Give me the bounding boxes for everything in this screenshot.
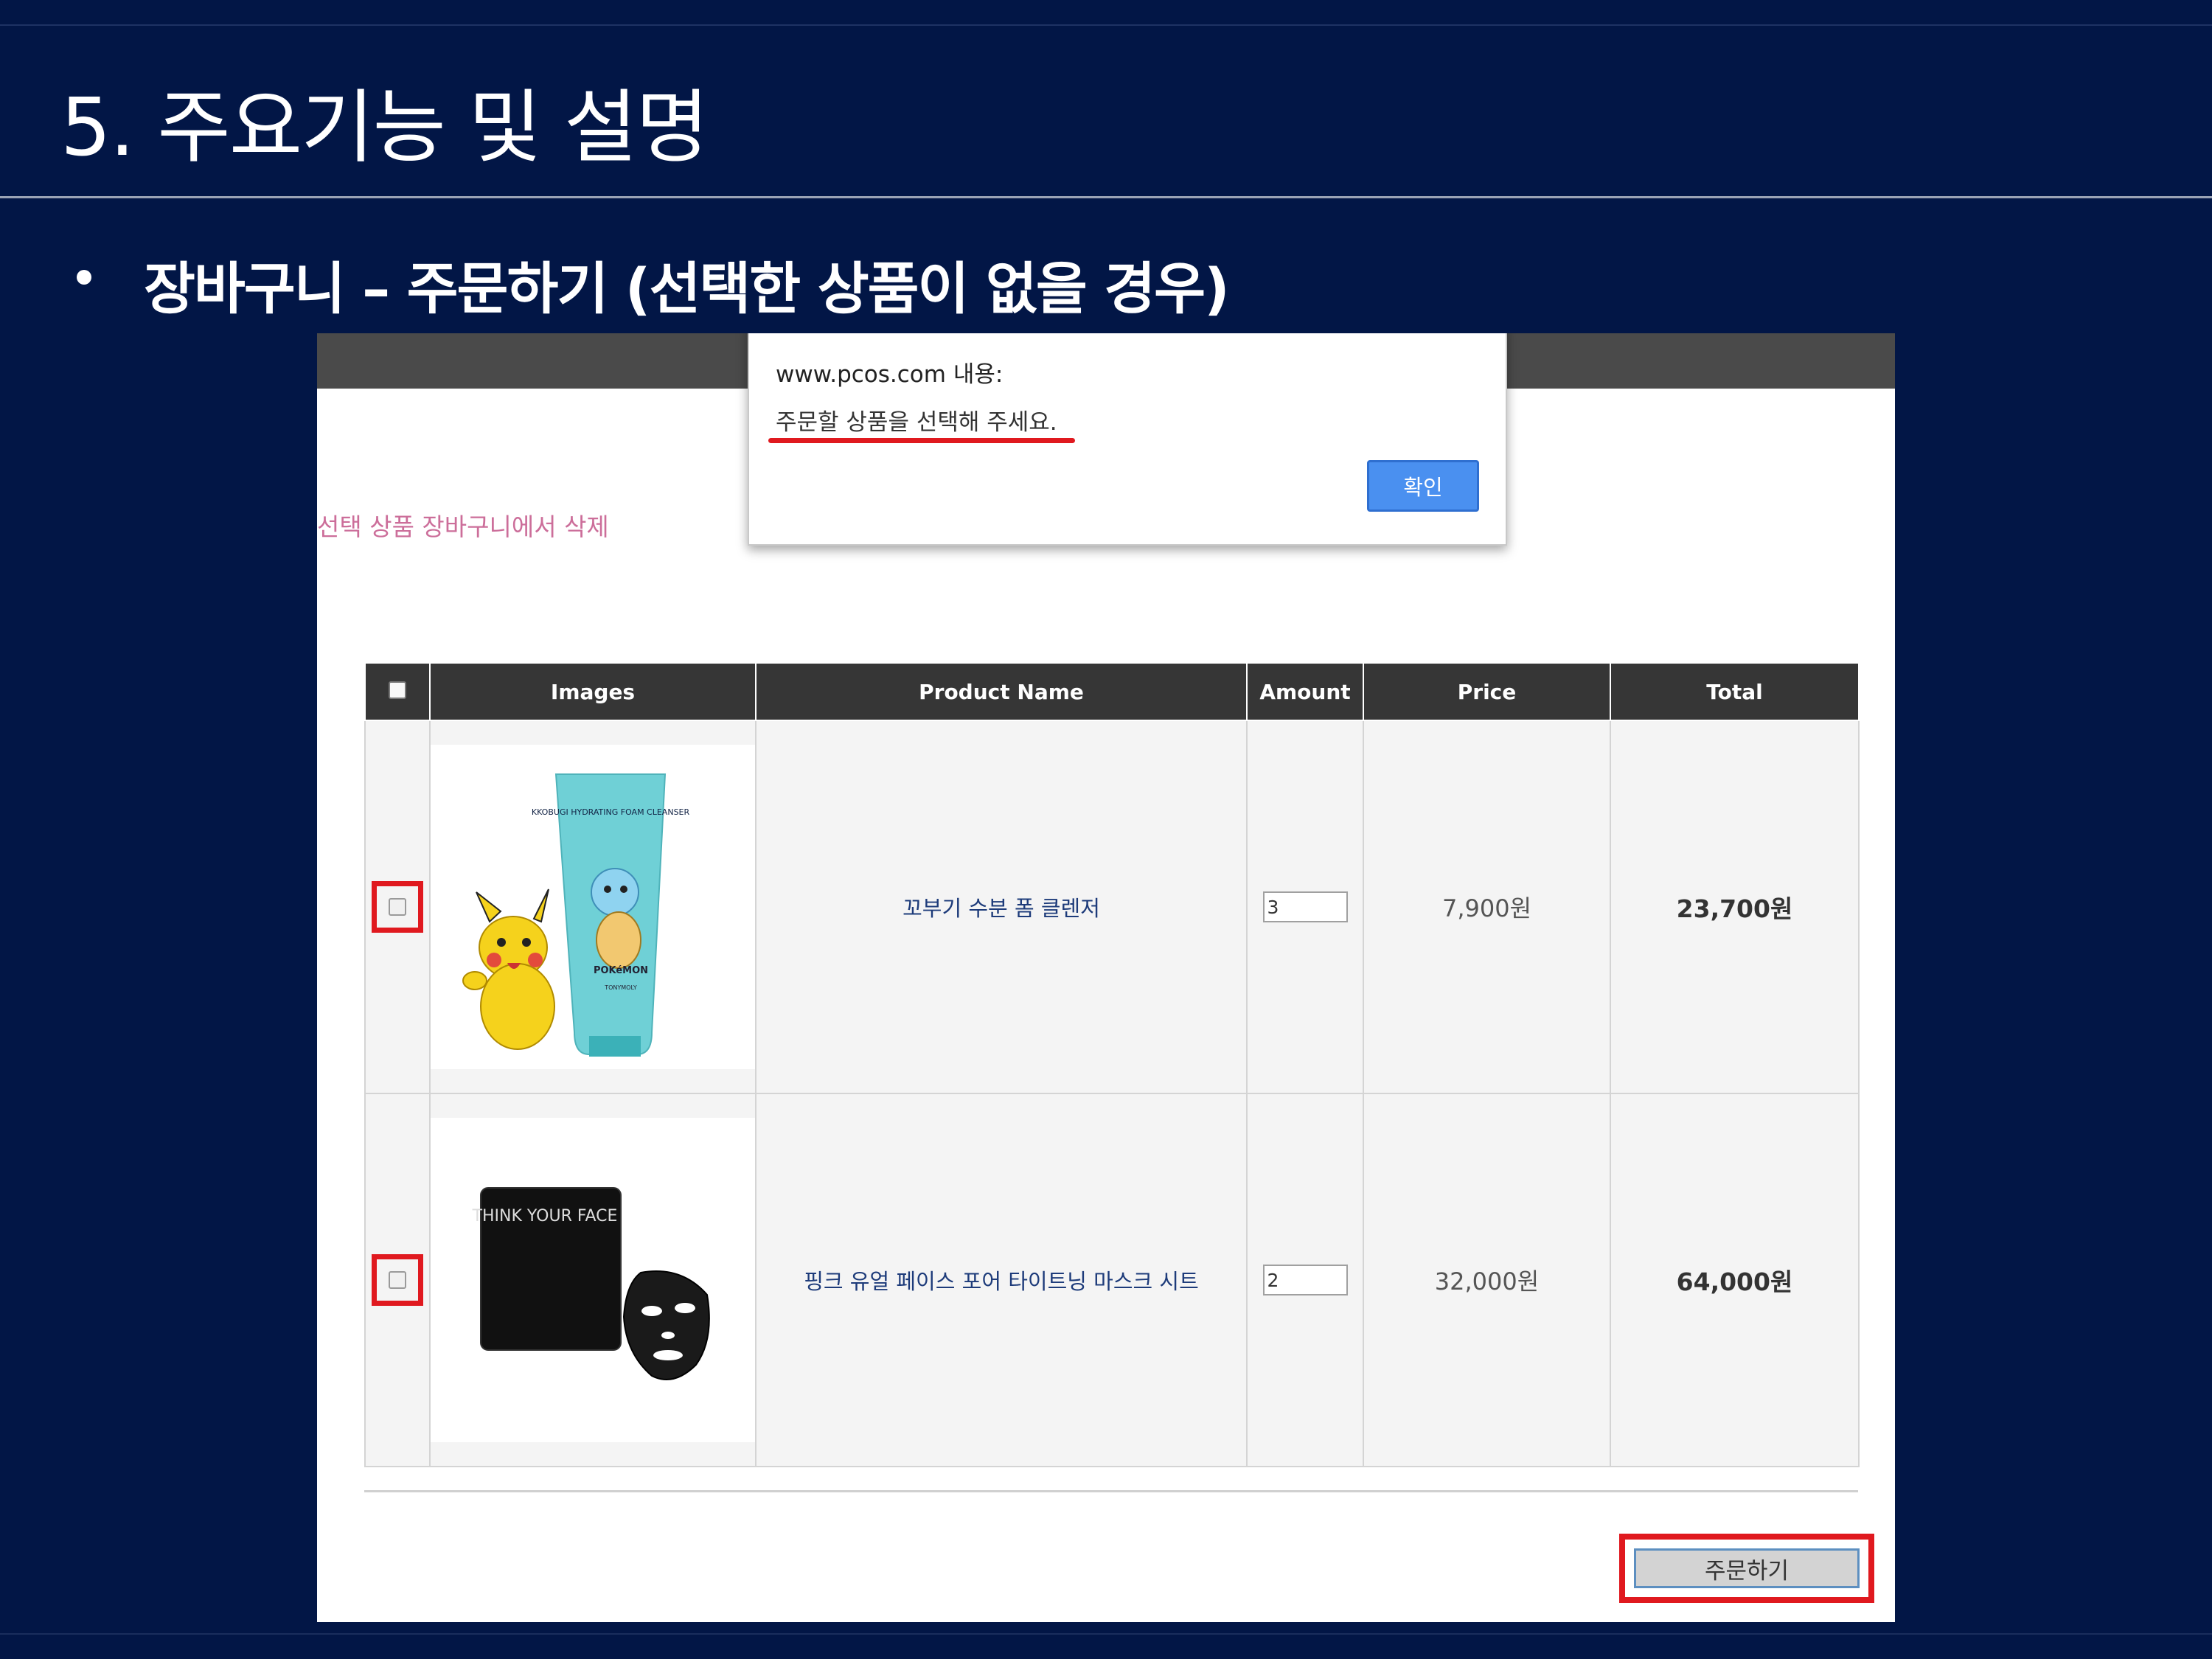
amount-cell — [1246, 720, 1364, 1094]
product-name-cell: 핑크 유얼 페이스 포어 타이트닝 마스크 시트 — [755, 1093, 1248, 1467]
line-total: 64,000원 — [1676, 1267, 1793, 1296]
slide-bottom-divider — [0, 1633, 2212, 1635]
checkbox-highlight — [372, 881, 423, 933]
column-header-price: Price — [1363, 662, 1611, 721]
slide-title: 5. 주요기능 및 설명 — [60, 82, 709, 174]
total-cell: 23,700원 — [1610, 720, 1860, 1094]
tube-brand-text: TONYMOLY — [604, 984, 637, 991]
checkbox-highlight — [372, 1254, 423, 1306]
slide-top-divider — [0, 24, 2212, 26]
select-all-header — [364, 662, 431, 721]
alert-origin: www.pcos.com 내용: — [776, 361, 1004, 388]
bullet-icon — [77, 270, 91, 285]
column-header-amount: Amount — [1246, 662, 1364, 721]
price-cell: 32,000원 — [1363, 1093, 1611, 1467]
row-checkbox[interactable] — [389, 1271, 406, 1289]
table-row: KKOBUGI HYDRATING FOAM CLEANSER POKéMON … — [364, 720, 1860, 1094]
slide-title-divider — [0, 196, 2212, 198]
row-checkbox[interactable] — [389, 898, 406, 916]
cart-page-screenshot: 선택 상품 장바구니에서 삭제 Images Product Name Amou… — [317, 333, 1895, 1622]
alert-dialog: www.pcos.com 내용: 주문할 상품을 선택해 주세요. 확인 — [748, 333, 1507, 546]
mask-pack-text: THINK YOUR FACE — [472, 1207, 618, 1225]
product-name-link[interactable]: 핑크 유얼 페이스 포어 타이트닝 마스크 시트 — [804, 1269, 1199, 1294]
select-all-checkbox[interactable] — [389, 681, 406, 699]
slide-subtitle: 장바구니 – 주문하기 (선택한 상품이 없을 경우) — [144, 256, 1230, 321]
row-select-cell — [364, 1093, 431, 1467]
cart-table: Images Product Name Amount Price Total K… — [364, 662, 1860, 1467]
product-image-cell: KKOBUGI HYDRATING FOAM CLEANSER POKéMON … — [429, 720, 757, 1094]
tube-label-text: KKOBUGI HYDRATING FOAM CLEANSER — [532, 807, 690, 817]
tube-logo-text: POKéMON — [594, 965, 648, 976]
unit-price: 7,900원 — [1441, 894, 1532, 922]
delete-selected-link[interactable]: 선택 상품 장바구니에서 삭제 — [317, 507, 609, 543]
order-button[interactable]: 주문하기 — [1634, 1548, 1860, 1588]
table-row: THINK YOUR FACE 핑크 유얼 페이스 포어 타이트닝 마스크 시트 — [364, 1093, 1860, 1467]
line-total: 23,700원 — [1676, 894, 1793, 923]
cart-table-header: Images Product Name Amount Price Total — [364, 662, 1860, 721]
message-underline — [768, 438, 1075, 443]
row-select-cell — [364, 720, 431, 1094]
product-name-cell: 꼬부기 수분 폼 클렌저 — [755, 720, 1248, 1094]
amount-cell — [1246, 1093, 1364, 1467]
alert-ok-button[interactable]: 확인 — [1367, 460, 1479, 512]
price-cell: 7,900원 — [1363, 720, 1611, 1094]
table-bottom-divider — [364, 1490, 1858, 1492]
product-image-cell: THINK YOUR FACE — [429, 1093, 757, 1467]
unit-price: 32,000원 — [1434, 1267, 1540, 1295]
foam-cleanser-pikachu-image[interactable]: KKOBUGI HYDRATING FOAM CLEANSER POKéMON … — [431, 745, 755, 1069]
quantity-input[interactable] — [1262, 891, 1348, 922]
column-header-total: Total — [1610, 662, 1860, 721]
think-your-face-mask-image[interactable]: THINK YOUR FACE — [431, 1118, 755, 1442]
quantity-input[interactable] — [1262, 1265, 1348, 1295]
product-name-link[interactable]: 꼬부기 수분 폼 클렌저 — [902, 896, 1100, 921]
column-header-product-name: Product Name — [755, 662, 1248, 721]
alert-message: 주문할 상품을 선택해 주세요. — [776, 409, 1057, 436]
total-cell: 64,000원 — [1610, 1093, 1860, 1467]
column-header-images: Images — [429, 662, 757, 721]
